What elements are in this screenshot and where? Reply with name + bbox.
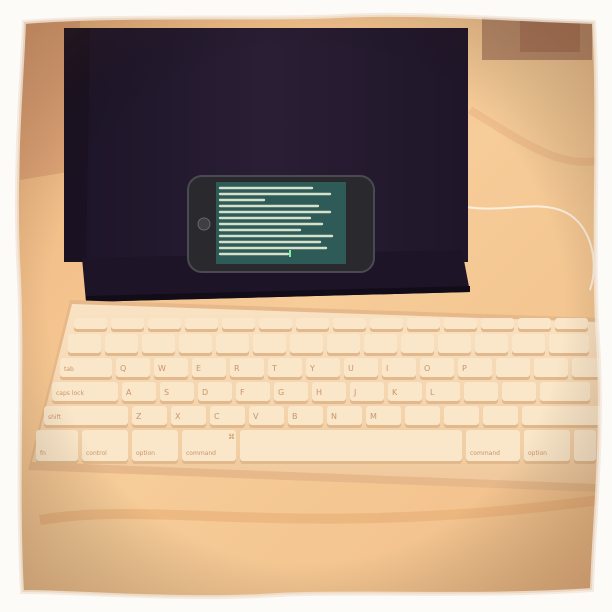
photo-scene: tabQWERTYUIOPcaps lockASDFGHJKLshiftZXCV… xyxy=(0,0,612,612)
keyboard-and-phone-photo: tabQWERTYUIOPcaps lockASDFGHJKLshiftZXCV… xyxy=(0,0,612,612)
